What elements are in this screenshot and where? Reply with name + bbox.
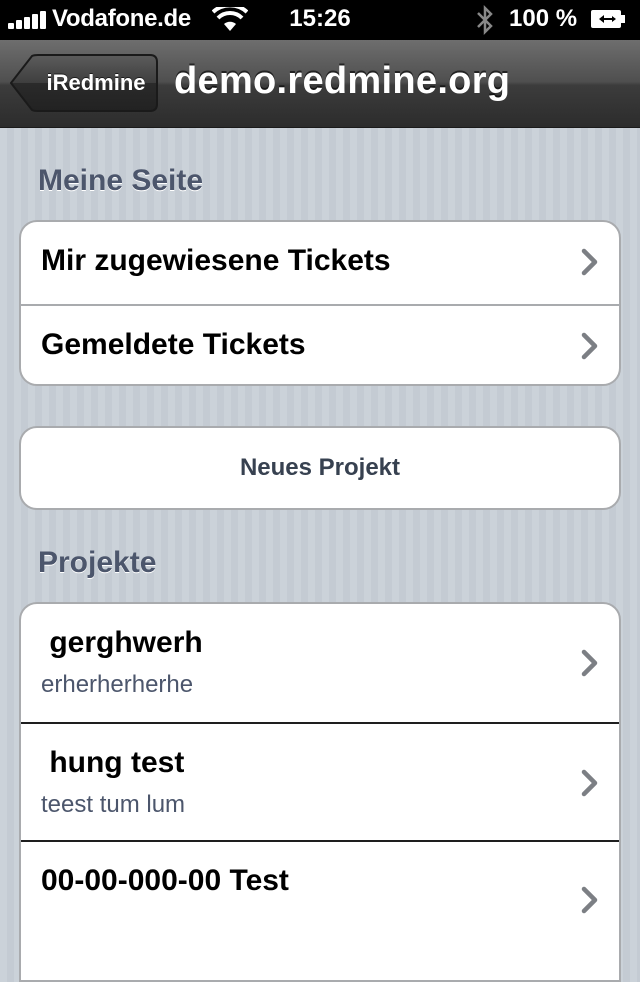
my-page-group: Mir zugewiesene Tickets Gemeldete Ticket… [19,220,621,386]
row-label: Gemeldete Tickets [41,328,306,361]
battery-charging-icon [591,10,625,28]
back-button[interactable]: iRedmine [10,54,158,112]
navigation-bar: iRedmine demo.redmine.org [0,40,640,128]
new-project-label: Neues Projekt [239,454,401,481]
project-row[interactable]: hung test teest tum lum [21,722,619,840]
project-description: erherherherhe [41,671,194,698]
chevron-right-icon [581,886,598,914]
project-row[interactable]: 00-00-000-00 Test [21,840,619,980]
new-project-button[interactable]: Neues Projekt [19,426,621,510]
chevron-right-icon [581,649,598,677]
project-title: gerghwerh [41,626,203,659]
section-header-projects: Projekte [38,546,157,579]
projects-group: gerghwerh erherherherhe hung test teest … [19,602,621,982]
chevron-right-icon [581,332,598,360]
chevron-right-icon [581,248,598,276]
battery-percent: 100 % [509,5,578,32]
back-button-label: iRedmine [46,70,146,95]
status-bar: Vodafone.de 15:26 100 % [0,0,640,40]
page-title: demo.redmine.org [174,60,511,102]
section-header-my-page: Meine Seite [38,164,204,197]
row-reported-tickets[interactable]: Gemeldete Tickets [21,304,619,384]
project-title: hung test [41,746,185,779]
bluetooth-icon [477,4,493,36]
project-description: teest tum lum [41,791,186,818]
project-title: 00-00-000-00 Test [41,864,289,897]
project-row[interactable]: gerghwerh erherherherhe [21,604,619,722]
row-label: Mir zugewiesene Tickets [41,244,391,277]
row-assigned-tickets[interactable]: Mir zugewiesene Tickets [21,222,619,304]
chevron-right-icon [581,769,598,797]
